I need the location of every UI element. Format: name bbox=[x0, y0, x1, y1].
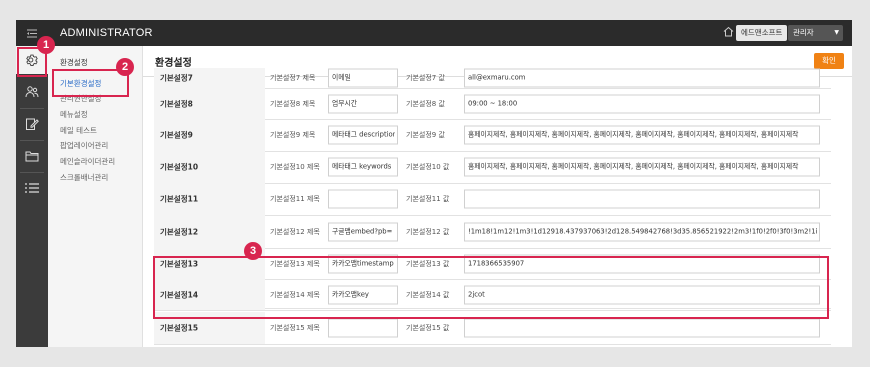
row-header: 기본설정10 bbox=[154, 151, 265, 183]
title-input[interactable]: 메타태그 description bbox=[328, 125, 398, 145]
divider bbox=[20, 172, 44, 173]
value-input[interactable] bbox=[464, 318, 820, 338]
submenu-item-menu-settings[interactable]: 메뉴설정 bbox=[60, 109, 88, 120]
title-field-label: 기본설정10 제목 bbox=[270, 163, 320, 171]
title-field-label: 기본설정7 제목 bbox=[270, 74, 316, 82]
value-input[interactable]: 09:00 ~ 18:00 bbox=[464, 94, 820, 113]
divider bbox=[20, 140, 44, 141]
users-icon[interactable] bbox=[16, 78, 48, 106]
caret-down-icon: ▼ bbox=[834, 29, 839, 36]
value-field-label: 기본설정11 값 bbox=[406, 195, 450, 203]
value-field-label: 기본설정10 값 bbox=[406, 163, 450, 171]
value-field-label: 기본설정15 값 bbox=[406, 324, 450, 332]
value-input[interactable]: all@exmaru.com bbox=[464, 68, 820, 88]
row-header: 기본설정11 bbox=[154, 183, 265, 215]
folder-icon[interactable] bbox=[16, 142, 48, 170]
table-row: 기본설정9 기본설정9 제목 메타태그 description 기본설정9 값 … bbox=[154, 119, 831, 152]
company-button[interactable]: 에드맨소프트 bbox=[736, 25, 788, 41]
title-input[interactable]: 메타태그 keywords bbox=[328, 157, 398, 177]
title-input[interactable] bbox=[328, 318, 398, 338]
title-field-label: 기본설정8 제목 bbox=[270, 99, 316, 108]
top-header: ADMINISTRATOR 에드맨소프트 관리자 ▼ bbox=[16, 20, 852, 46]
title-input[interactable]: 업무시간 bbox=[328, 94, 398, 113]
title-input[interactable]: 구글맵embed?pb= bbox=[328, 222, 398, 241]
value-input[interactable] bbox=[464, 189, 820, 209]
row-header: 기본설정7 bbox=[154, 68, 265, 88]
page-title: 환경설정 bbox=[155, 58, 192, 69]
submenu-item-mail-test[interactable]: 메일 테스트 bbox=[60, 125, 97, 136]
value-input[interactable]: 홈페이지제작, 홈페이지제작, 홈페이지제작, 홈페이지제작, 홈페이지제작, … bbox=[464, 125, 820, 145]
highlight-box-rows bbox=[153, 256, 829, 319]
submenu-item-main-slider[interactable]: 메인슬라이더관리 bbox=[60, 156, 115, 167]
highlight-box-submenu bbox=[52, 69, 129, 97]
step-badge-1: 1 bbox=[37, 36, 55, 54]
app-title: ADMINISTRATOR bbox=[60, 27, 153, 39]
user-dropdown-label: 관리자 bbox=[793, 28, 814, 37]
title-field-label: 기본설정12 제목 bbox=[270, 227, 320, 236]
list-icon[interactable] bbox=[16, 174, 48, 202]
confirm-button[interactable]: 확인 bbox=[814, 53, 844, 69]
divider bbox=[20, 108, 44, 109]
step-badge-2: 2 bbox=[116, 58, 134, 76]
row-header: 기본설정9 bbox=[154, 119, 265, 151]
title-field-label: 기본설정15 제목 bbox=[270, 324, 320, 332]
value-field-label: 기본설정12 값 bbox=[406, 227, 450, 236]
value-input[interactable]: !1m18!1m12!1m3!1d12918.437937063!2d128.5… bbox=[464, 222, 820, 241]
row-header: 기본설정8 bbox=[154, 88, 265, 119]
icon-sidebar bbox=[16, 46, 48, 347]
value-input[interactable]: 홈페이지제작, 홈페이지제작, 홈페이지제작, 홈페이지제작, 홈페이지제작, … bbox=[464, 157, 820, 177]
home-icon[interactable] bbox=[722, 26, 734, 38]
title-field-label: 기본설정11 제목 bbox=[270, 195, 320, 203]
title-field-label: 기본설정9 제목 bbox=[270, 131, 316, 139]
edit-document-icon[interactable] bbox=[16, 110, 48, 138]
user-dropdown[interactable]: 관리자 ▼ bbox=[788, 25, 843, 41]
title-input[interactable] bbox=[328, 189, 398, 209]
value-field-label: 기본설정7 값 bbox=[406, 74, 445, 82]
submenu-title: 환경설정 bbox=[60, 58, 88, 67]
submenu-item-scroll-banner[interactable]: 스크롤배너관리 bbox=[60, 172, 108, 183]
submenu-item-popup-layer[interactable]: 팝업레이어관리 bbox=[60, 140, 108, 151]
step-badge-3: 3 bbox=[244, 242, 262, 260]
table-row: 기본설정10 기본설정10 제목 메타태그 keywords 기본설정10 값 … bbox=[154, 151, 831, 184]
value-field-label: 기본설정8 값 bbox=[406, 99, 445, 108]
table-row: 기본설정7 기본설정7 제목 이메일 기본설정7 값 all@exmaru.co… bbox=[154, 68, 831, 89]
table-row: 기본설정8 기본설정8 제목 업무시간 기본설정8 값 09:00 ~ 18:0… bbox=[154, 88, 831, 120]
title-input[interactable]: 이메일 bbox=[328, 68, 398, 88]
table-row: 기본설정11 기본설정11 제목 기본설정11 값 bbox=[154, 183, 831, 216]
value-field-label: 기본설정9 값 bbox=[406, 131, 445, 139]
